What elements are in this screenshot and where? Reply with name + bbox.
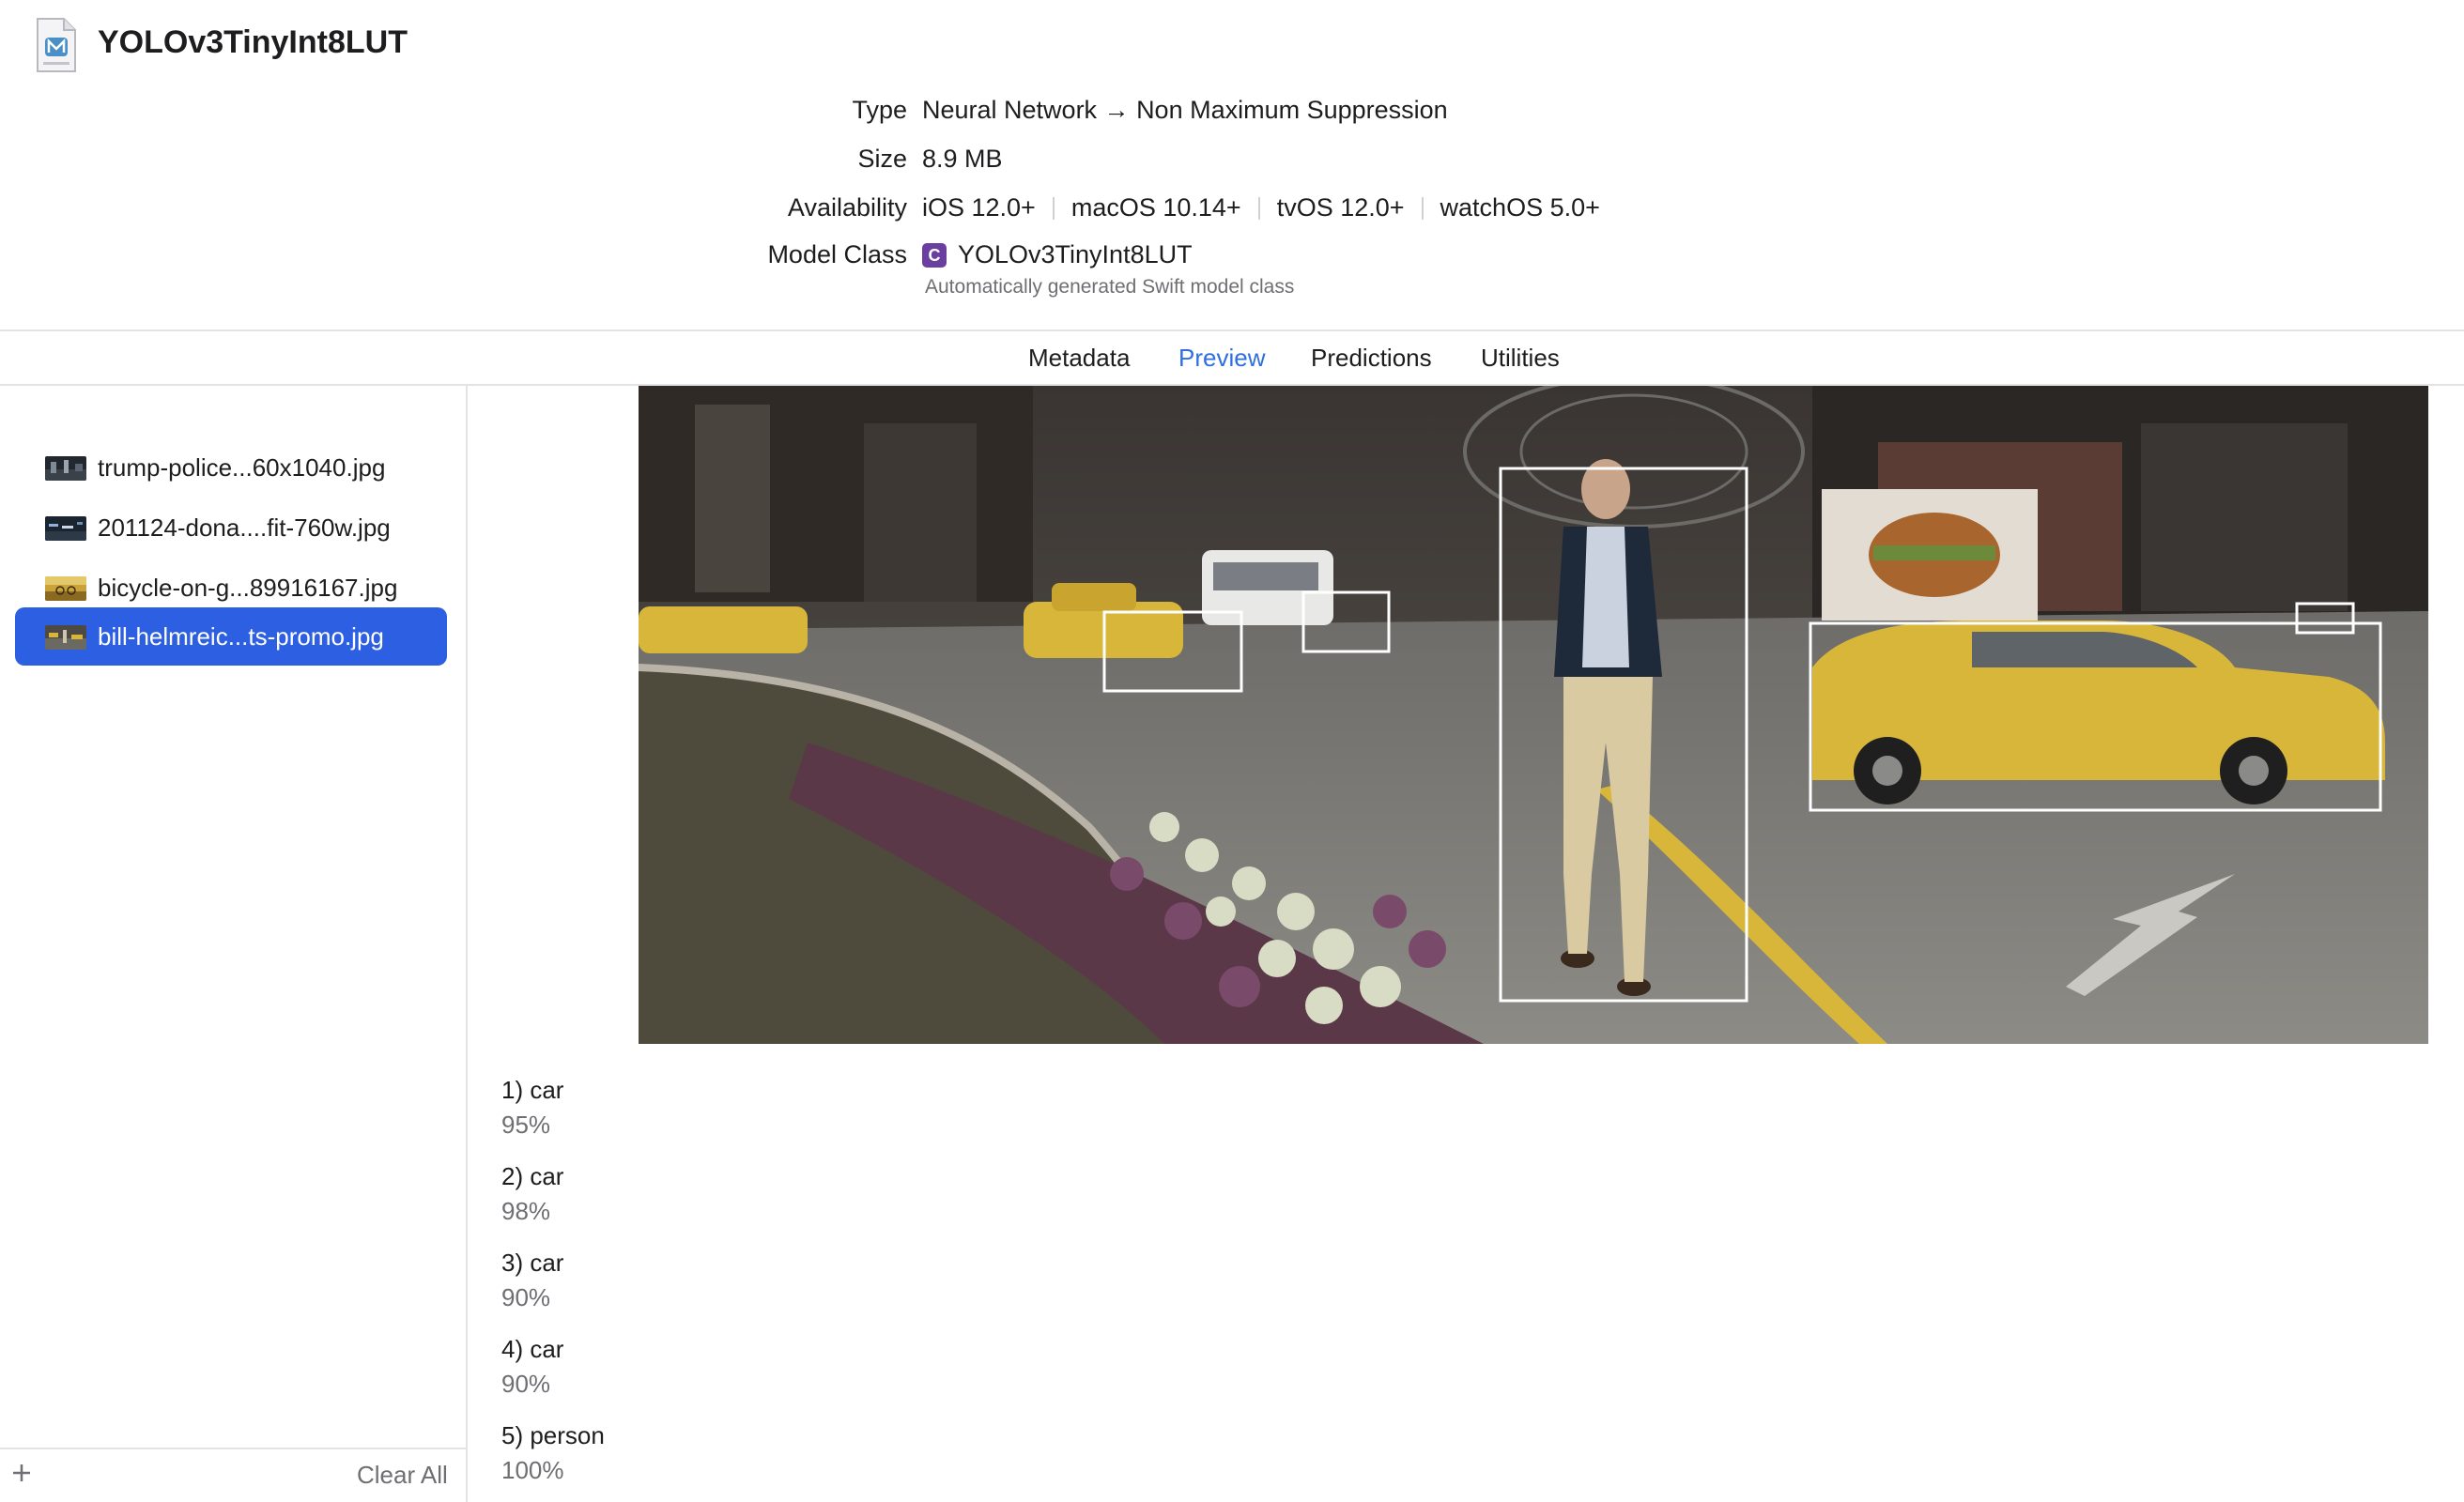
type-label: Type: [852, 96, 907, 124]
model-class-label: Model Class: [767, 240, 907, 268]
type-row: Type Neural Network → Non Maximum Suppre…: [0, 96, 2464, 133]
type-value: Neural Network → Non Maximum Suppression: [922, 96, 1448, 124]
availability-tvos: tvOS 12.0+: [1276, 193, 1405, 222]
file-item-selected[interactable]: bill-helmreic...ts-promo.jpg: [15, 607, 447, 666]
prediction-item: 4) car 90%: [501, 1335, 563, 1399]
image-list-sidebar: trump-police...60x1040.jpg 201124-dona..…: [0, 386, 466, 1502]
file-item[interactable]: trump-police...60x1040.jpg: [15, 438, 447, 497]
sidebar-divider: [466, 386, 468, 1502]
size-row: Size 8.9 MB: [0, 145, 2464, 182]
model-header: YOLOv3TinyInt8LUT Type Neural Network → …: [0, 0, 2464, 330]
prediction-item: 1) car 95%: [501, 1076, 563, 1140]
model-class-row: Model Class C YOLOv3TinyInt8LUT: [0, 240, 2464, 278]
prediction-confidence: 95%: [501, 1111, 551, 1139]
prediction-label: 3) car: [501, 1249, 564, 1277]
file-item[interactable]: 201124-dona....fit-760w.jpg: [15, 498, 447, 557]
street-scene-image: [639, 386, 2428, 1044]
tab-bar: Metadata Preview Predictions Utilities: [0, 332, 2464, 385]
plus-icon[interactable]: [6, 1457, 38, 1489]
sidebar-footer-divider: [0, 1448, 466, 1449]
size-value: 8.9 MB: [922, 145, 1003, 173]
prediction-item: 5) person 100%: [501, 1421, 605, 1485]
tab-preview[interactable]: Preview: [1178, 344, 1265, 373]
prediction-label: 1) car: [501, 1076, 564, 1104]
swift-class-icon: C: [922, 242, 947, 268]
tab-utilities[interactable]: Utilities: [1481, 344, 1560, 373]
file-name: trump-police...60x1040.jpg: [98, 453, 386, 482]
prediction-label: 5) person: [501, 1421, 605, 1449]
model-title: YOLOv3TinyInt8LUT: [98, 24, 408, 60]
model-class-description: Automatically generated Swift model clas…: [925, 276, 1295, 298]
tab-metadata[interactable]: Metadata: [1028, 344, 1130, 373]
clear-all-button[interactable]: Clear All: [357, 1461, 448, 1490]
prediction-confidence: 90%: [501, 1283, 551, 1311]
image-thumbnail: [45, 576, 86, 601]
availability-list: iOS 12.0+ macOS 10.14+ tvOS 12.0+ watchO…: [922, 193, 1600, 222]
file-name: bill-helmreic...ts-promo.jpg: [98, 622, 384, 651]
mlmodel-file-icon: [37, 18, 76, 72]
availability-watchos: watchOS 5.0+: [1440, 193, 1600, 222]
prediction-label: 2) car: [501, 1162, 564, 1190]
prediction-item: 3) car 90%: [501, 1249, 563, 1312]
file-name: 201124-dona....fit-760w.jpg: [98, 513, 391, 542]
image-thumbnail: [45, 516, 86, 541]
image-thumbnail: [45, 625, 86, 650]
size-label: Size: [857, 145, 907, 173]
file-name: bicycle-on-g...89916167.jpg: [98, 574, 398, 602]
availability-label: Availability: [787, 193, 907, 222]
model-class-value[interactable]: C YOLOv3TinyInt8LUT: [922, 240, 1193, 269]
separator: [1052, 196, 1055, 220]
availability-ios: iOS 12.0+: [922, 193, 1036, 222]
separator: [1421, 196, 1424, 220]
prediction-confidence: 98%: [501, 1197, 551, 1225]
model-class-name[interactable]: YOLOv3TinyInt8LUT: [958, 240, 1193, 269]
image-thumbnail: [45, 456, 86, 481]
preview-image: [639, 386, 2428, 1044]
availability-row: Availability iOS 12.0+ macOS 10.14+ tvOS…: [0, 193, 2464, 231]
prediction-item: 2) car 98%: [501, 1162, 563, 1226]
prediction-confidence: 90%: [501, 1370, 551, 1398]
separator: [1257, 196, 1260, 220]
availability-macos: macOS 10.14+: [1070, 193, 1241, 222]
header-divider: [0, 330, 2464, 331]
tab-predictions[interactable]: Predictions: [1311, 344, 1432, 373]
prediction-label: 4) car: [501, 1335, 564, 1363]
prediction-confidence: 100%: [501, 1456, 564, 1484]
